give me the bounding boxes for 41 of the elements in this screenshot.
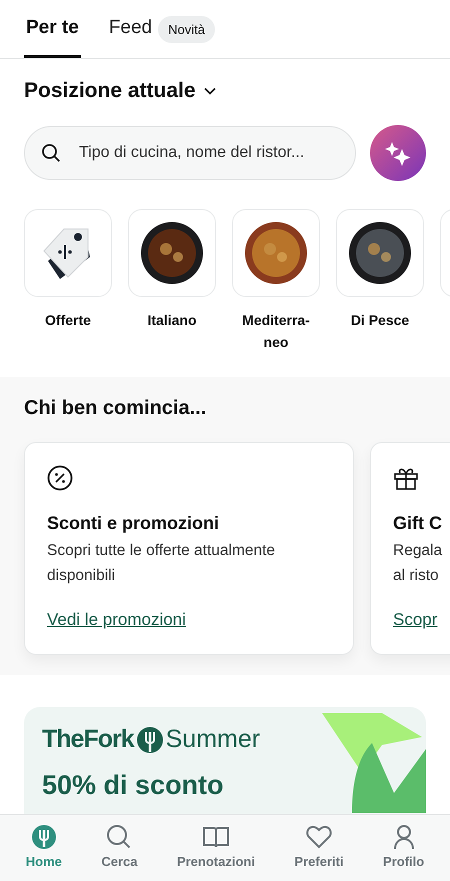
tab[interactable]: Per te	[24, 0, 81, 58]
nav-item[interactable]: Prenotazioni	[176, 815, 255, 881]
dish-photo	[348, 221, 412, 285]
card-title: Sconti e promozioni	[47, 513, 220, 534]
tab[interactable]: Feed	[106, 0, 154, 58]
search-field[interactable]: Tipo di cucina, nome del ristor...	[24, 126, 356, 180]
card-link[interactable]: Vedi le promozioni	[47, 610, 186, 630]
card-description: disponibili	[47, 566, 116, 586]
nav-item[interactable]: Preferiti	[294, 815, 344, 881]
new-badge: Novità	[158, 16, 215, 42]
card-description: al risto	[393, 566, 440, 586]
dish-photo	[140, 221, 204, 285]
category-label: Offerte	[44, 311, 92, 330]
percent-icon	[47, 465, 73, 491]
category-tile[interactable]	[336, 209, 424, 297]
fork-logo-icon	[30, 823, 58, 851]
edition-name: Summer	[166, 725, 260, 754]
category-tile[interactable]	[232, 209, 320, 297]
promo-card[interactable]: Sconti e promozioni Scopri tutte le offerte attualmente disponibili Vedi le promozioni	[24, 442, 354, 655]
section-title: Chi ben comincia...	[24, 397, 208, 420]
category-tile[interactable]	[128, 209, 216, 297]
fork-logo-icon	[136, 726, 164, 754]
category-label: Di Pesce	[350, 311, 410, 330]
card-title: Gift C	[393, 513, 442, 534]
heart-icon	[304, 823, 333, 851]
promo-banner[interactable]: TheFork Summer 50% di sconto	[24, 707, 426, 814]
category-label: Mediterra-neo	[241, 311, 311, 352]
promo-card[interactable]: Gift C Regala al risto Scopr	[370, 442, 450, 655]
nav-item[interactable]: Profilo	[383, 815, 424, 881]
banner-headline: 50% di sconto	[42, 770, 225, 801]
card-link[interactable]: Scopr	[393, 610, 438, 630]
brand-name: TheFork	[42, 725, 134, 754]
nav-item[interactable]: Home	[26, 815, 62, 881]
location-selector[interactable]: Posizione attuale	[24, 79, 196, 103]
chevron-down-icon[interactable]	[204, 87, 216, 95]
category-tile[interactable]	[24, 209, 112, 297]
dish-photo	[244, 221, 308, 285]
category-label: Italiano	[146, 311, 198, 330]
nav-item[interactable]: Cerca	[101, 815, 138, 881]
card-description: Scopri tutte le offerte attualmente	[47, 541, 276, 561]
card-description: Regala	[393, 541, 442, 561]
